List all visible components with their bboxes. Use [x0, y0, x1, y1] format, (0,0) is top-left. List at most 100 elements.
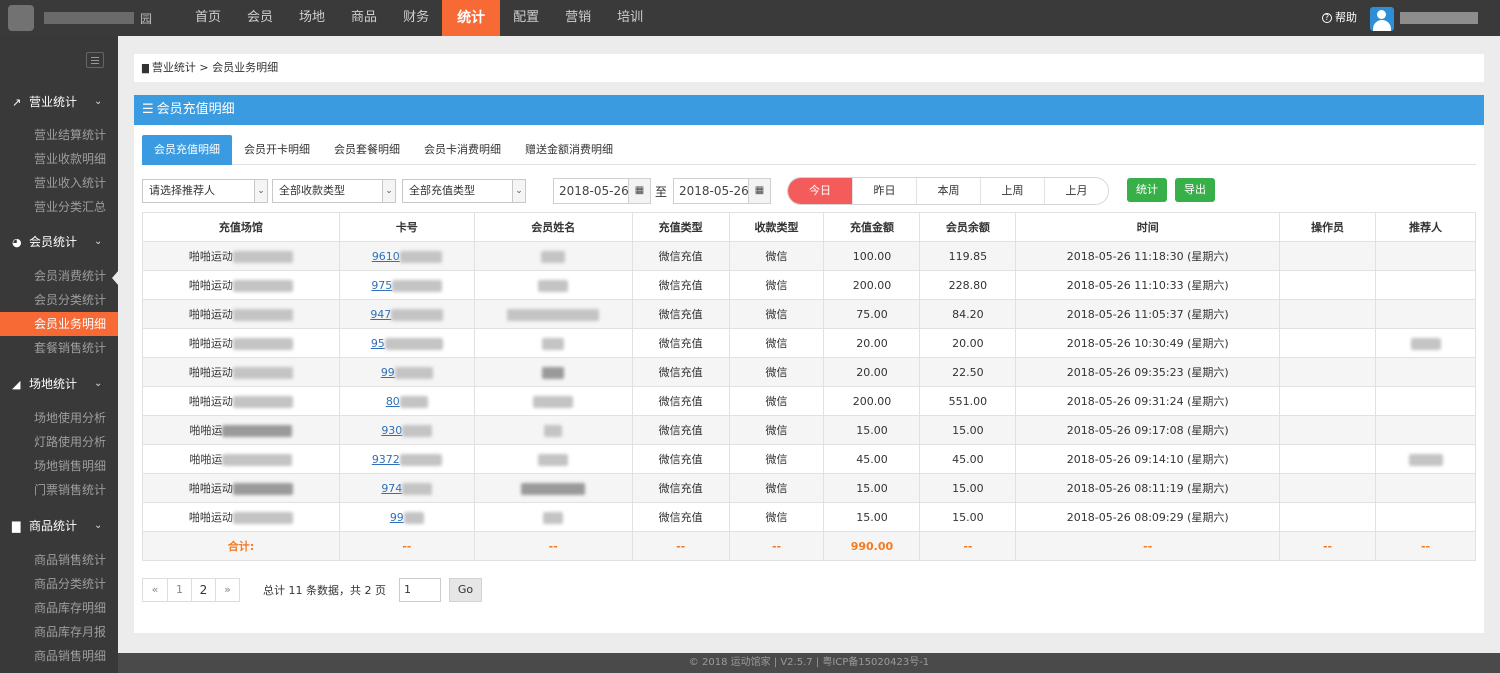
- cell-recharge-type: 微信充值: [631, 270, 730, 300]
- cell-card: 99: [338, 502, 475, 532]
- username-redacted[interactable]: [1400, 12, 1478, 24]
- card-link[interactable]: 974: [381, 482, 433, 495]
- tab-member-recharge[interactable]: 会员充值明细: [142, 135, 232, 165]
- quick-yesterday-button[interactable]: 昨日: [852, 178, 916, 204]
- sidebar-item-ticket-sales[interactable]: 门票销售统计: [0, 478, 118, 502]
- tab-member-open-card[interactable]: 会员开卡明细: [232, 135, 322, 165]
- logo[interactable]: 园: [8, 4, 158, 32]
- sidebar-item-light-usage[interactable]: 灯路使用分析: [0, 430, 118, 454]
- sidebar-item-goods-category[interactable]: 商品分类统计: [0, 572, 118, 596]
- cell-operator: [1279, 328, 1377, 358]
- cell-pay-type: 微信: [728, 299, 825, 329]
- cell-referrer: [1375, 444, 1476, 474]
- cell-venue: 啪啪运: [142, 415, 340, 445]
- referrer-select[interactable]: 请选择推荐人 ⌄: [142, 179, 268, 203]
- calendar-icon[interactable]: ▦: [628, 179, 650, 203]
- cell-balance: 15.00: [919, 415, 1017, 445]
- card-link[interactable]: 99: [390, 511, 424, 524]
- card-link[interactable]: 80: [386, 395, 428, 408]
- sidebar-item-business-receipts[interactable]: 营业收款明细: [0, 147, 118, 171]
- table-total-row: 合计: -- -- -- -- 990.00 -- -- -- --: [142, 531, 1476, 561]
- breadcrumb-parent[interactable]: 营业统计: [152, 61, 196, 74]
- logo-image: [8, 5, 34, 31]
- tab-card-consumption[interactable]: 会员卡消费明细: [412, 135, 513, 165]
- nav-member[interactable]: 会员: [234, 0, 286, 36]
- col-balance: 会员余额: [919, 212, 1017, 242]
- sidebar-group-goods[interactable]: ▇ 商品统计 ⌄: [0, 513, 118, 539]
- card-link[interactable]: 99: [381, 366, 433, 379]
- next-page-button[interactable]: »: [215, 579, 239, 601]
- chevron-down-icon: ⌄: [94, 520, 103, 531]
- breadcrumb-current: 会员业务明细: [212, 61, 279, 74]
- cell-venue: 啪啪运动: [142, 357, 340, 387]
- cell-venue: 啪啪运动: [142, 328, 340, 358]
- sidebar-group-member[interactable]: ◕ 会员统计 ⌄: [0, 229, 118, 255]
- quick-today-button[interactable]: 今日: [788, 178, 852, 204]
- cell-balance: 84.20: [919, 299, 1017, 329]
- page-button[interactable]: 2: [191, 579, 215, 601]
- page-number-input[interactable]: 1: [399, 578, 441, 602]
- total-dash: --: [1279, 531, 1377, 561]
- cell-recharge-type: 微信充值: [631, 502, 730, 532]
- sidebar-item-business-settlement[interactable]: 营业结算统计: [0, 123, 118, 147]
- quick-this-week-button[interactable]: 本周: [916, 178, 980, 204]
- nav-venue[interactable]: 场地: [286, 0, 338, 36]
- sidebar-item-venue-sales[interactable]: 场地销售明细: [0, 454, 118, 478]
- cell-venue: 啪啪运动: [142, 299, 340, 329]
- cell-card: 9372: [338, 444, 475, 474]
- date-from-input[interactable]: 2018-05-26 ▦: [553, 178, 651, 204]
- tab-member-package[interactable]: 会员套餐明细: [322, 135, 412, 165]
- card-link[interactable]: 9610: [372, 250, 442, 263]
- cell-balance: 15.00: [919, 473, 1017, 503]
- date-to-input[interactable]: 2018-05-26 ▦: [673, 178, 771, 204]
- nav-finance[interactable]: 财务: [390, 0, 442, 36]
- sidebar-item-member-category[interactable]: 会员分类统计: [0, 288, 118, 312]
- help-link[interactable]: ? 帮助: [1322, 0, 1357, 36]
- cell-pay-type: 微信: [728, 502, 825, 532]
- card-link[interactable]: 9372: [372, 453, 442, 466]
- page-button[interactable]: 1: [167, 579, 191, 601]
- nav-marketing[interactable]: 营销: [552, 0, 604, 36]
- sidebar-item-venue-usage[interactable]: 场地使用分析: [0, 406, 118, 430]
- sidebar-item-member-business-detail[interactable]: 会员业务明细: [0, 312, 118, 336]
- sidebar-group-venue[interactable]: ◢ 场地统计 ⌄: [0, 371, 118, 397]
- card-link[interactable]: 947: [370, 308, 444, 321]
- sidebar-item-member-consumption[interactable]: 会员消费统计: [0, 264, 118, 288]
- cell-balance: 15.00: [919, 502, 1017, 532]
- quick-last-week-button[interactable]: 上周: [980, 178, 1044, 204]
- recharge-type-select[interactable]: 全部充值类型 ⌄: [402, 179, 526, 203]
- quick-last-month-button[interactable]: 上月: [1044, 178, 1108, 204]
- sidebar-item-business-category[interactable]: 营业分类汇总: [0, 195, 118, 219]
- nav-config[interactable]: 配置: [500, 0, 552, 36]
- quick-date-group: 今日 昨日 本周 上周 上月: [787, 177, 1109, 205]
- sidebar-item-goods-sales-detail[interactable]: 商品销售明细: [0, 644, 118, 668]
- sidebar-item-business-income[interactable]: 营业收入统计: [0, 171, 118, 195]
- area-chart-icon: ◢: [12, 378, 21, 391]
- card-link[interactable]: 930: [381, 424, 433, 437]
- go-button[interactable]: Go: [449, 578, 482, 602]
- cell-pay-type: 微信: [728, 270, 825, 300]
- tab-gift-consumption[interactable]: 赠送金额消费明细: [513, 135, 625, 165]
- stat-button[interactable]: 统计: [1127, 178, 1167, 202]
- sidebar-item-goods-sales[interactable]: 商品销售统计: [0, 548, 118, 572]
- sidebar-item-goods-stock[interactable]: 商品库存明细: [0, 596, 118, 620]
- sidebar-item-package-sales[interactable]: 套餐销售统计: [0, 336, 118, 360]
- cell-card: 9610: [338, 241, 475, 271]
- avatar[interactable]: [1370, 7, 1394, 31]
- table-row: 啪啪运动 99 微信充值 微信 15.00 15.00 2018-05-26 0…: [142, 502, 1476, 532]
- nav-statistics[interactable]: 统计: [442, 0, 501, 36]
- calendar-icon[interactable]: ▦: [748, 179, 770, 203]
- sidebar-item-goods-stock-monthly[interactable]: 商品库存月报: [0, 620, 118, 644]
- card-link[interactable]: 95: [371, 337, 443, 350]
- sidebar-group-business[interactable]: ↗ 营业统计 ⌄: [0, 89, 118, 115]
- nav-home[interactable]: 首页: [182, 0, 234, 36]
- card-link[interactable]: 975: [371, 279, 443, 292]
- nav-training[interactable]: 培训: [604, 0, 656, 36]
- bar-chart-icon: ▇: [12, 520, 21, 533]
- cell-member-name: [473, 444, 633, 474]
- prev-page-button[interactable]: «: [143, 579, 167, 601]
- pay-type-select[interactable]: 全部收款类型 ⌄: [272, 179, 396, 203]
- menu-toggle-icon[interactable]: [86, 52, 104, 68]
- nav-goods[interactable]: 商品: [338, 0, 390, 36]
- export-button[interactable]: 导出: [1175, 178, 1215, 202]
